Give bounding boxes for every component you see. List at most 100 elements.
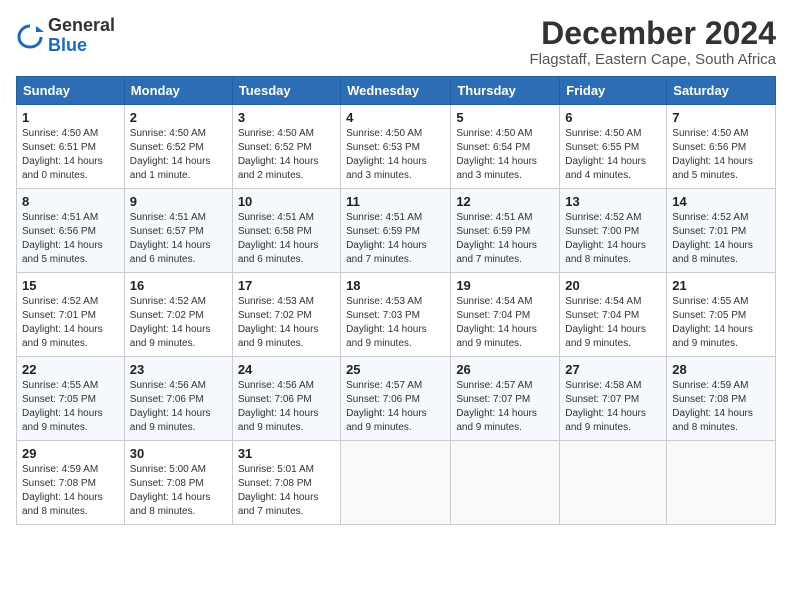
cell-content: Sunrise: 4:54 AMSunset: 7:04 PMDaylight:… bbox=[565, 295, 661, 351]
table-row: 9 Sunrise: 4:51 AMSunset: 6:57 PMDaylight… bbox=[124, 189, 232, 273]
day-number: 24 bbox=[238, 362, 335, 377]
table-row: 12Sunrise: 4:51 AMSunset: 6:59 PMDayligh… bbox=[451, 189, 560, 273]
day-number: 14 bbox=[672, 194, 770, 209]
cell-content: Sunrise: 4:53 AMSunset: 7:03 PMDaylight:… bbox=[346, 295, 445, 351]
header-tuesday: Tuesday bbox=[232, 77, 340, 105]
day-number: 26 bbox=[456, 362, 554, 377]
calendar-week-row: 22Sunrise: 4:55 AMSunset: 7:05 PMDayligh… bbox=[17, 357, 776, 441]
cell-content: Sunrise: 4:56 AMSunset: 7:06 PMDaylight:… bbox=[238, 379, 335, 435]
table-row: 3 Sunrise: 4:50 AMSunset: 6:52 PMDaylight… bbox=[232, 105, 340, 189]
cell-content: Sunrise: 4:51 AMSunset: 6:57 PMDaylight:… bbox=[130, 211, 227, 267]
day-number: 16 bbox=[130, 278, 227, 293]
cell-content: Sunrise: 5:01 AMSunset: 7:08 PMDaylight:… bbox=[238, 463, 335, 519]
day-number: 3 bbox=[238, 110, 335, 125]
table-row: 25Sunrise: 4:57 AMSunset: 7:06 PMDayligh… bbox=[341, 357, 451, 441]
day-number: 10 bbox=[238, 194, 335, 209]
day-number: 1 bbox=[22, 110, 119, 125]
day-number: 2 bbox=[130, 110, 227, 125]
day-number: 27 bbox=[565, 362, 661, 377]
cell-content: Sunrise: 4:56 AMSunset: 7:06 PMDaylight:… bbox=[130, 379, 227, 435]
cell-content: Sunrise: 4:59 AMSunset: 7:08 PMDaylight:… bbox=[22, 463, 119, 519]
cell-content: Sunrise: 4:50 AMSunset: 6:54 PMDaylight:… bbox=[456, 127, 554, 183]
cell-content: Sunrise: 4:58 AMSunset: 7:07 PMDaylight:… bbox=[565, 379, 661, 435]
table-row: 14 Sunrise: 4:52 AMSunset: 7:01 PMDayligh… bbox=[667, 189, 776, 273]
table-row: 31Sunrise: 5:01 AMSunset: 7:08 PMDayligh… bbox=[232, 441, 340, 525]
header-thursday: Thursday bbox=[451, 77, 560, 105]
table-row: 11Sunrise: 4:51 AMSunset: 6:59 PMDayligh… bbox=[341, 189, 451, 273]
cell-content: Sunrise: 4:50 AMSunset: 6:52 PMDaylight:… bbox=[238, 127, 335, 183]
cell-content: Sunrise: 4:52 AMSunset: 7:01 PMDaylight:… bbox=[672, 211, 770, 267]
day-number: 8 bbox=[22, 194, 119, 209]
cell-content: Sunrise: 4:52 AMSunset: 7:00 PMDaylight:… bbox=[565, 211, 661, 267]
cell-content: Sunrise: 4:50 AMSunset: 6:53 PMDaylight:… bbox=[346, 127, 445, 183]
header-friday: Friday bbox=[560, 77, 667, 105]
table-row: 7Sunrise: 4:50 AMSunset: 6:56 PMDaylight… bbox=[667, 105, 776, 189]
header-sunday: Sunday bbox=[17, 77, 125, 105]
calendar-table: Sunday Monday Tuesday Wednesday Thursday… bbox=[16, 76, 776, 525]
day-number: 17 bbox=[238, 278, 335, 293]
table-row: 16 Sunrise: 4:52 AMSunset: 7:02 PMDayligh… bbox=[124, 273, 232, 357]
table-row: 24 Sunrise: 4:56 AMSunset: 7:06 PMDayligh… bbox=[232, 357, 340, 441]
day-number: 19 bbox=[456, 278, 554, 293]
cell-content: Sunrise: 4:50 AMSunset: 6:55 PMDaylight:… bbox=[565, 127, 661, 183]
header-monday: Monday bbox=[124, 77, 232, 105]
cell-content: Sunrise: 4:51 AMSunset: 6:56 PMDaylight:… bbox=[22, 211, 119, 267]
table-row: 18Sunrise: 4:53 AMSunset: 7:03 PMDayligh… bbox=[341, 273, 451, 357]
table-row: 1 Sunrise: 4:50 AMSunset: 6:51 PMDaylight… bbox=[17, 105, 125, 189]
table-row: 22Sunrise: 4:55 AMSunset: 7:05 PMDayligh… bbox=[17, 357, 125, 441]
calendar-week-row: 29 Sunrise: 4:59 AMSunset: 7:08 PMDayligh… bbox=[17, 441, 776, 525]
table-row: 8 Sunrise: 4:51 AMSunset: 6:56 PMDaylight… bbox=[17, 189, 125, 273]
cell-content: Sunrise: 4:59 AMSunset: 7:08 PMDaylight:… bbox=[672, 379, 770, 435]
calendar-week-row: 1 Sunrise: 4:50 AMSunset: 6:51 PMDaylight… bbox=[17, 105, 776, 189]
page-header: General Blue December 2024 Flagstaff, Ea… bbox=[16, 16, 776, 68]
table-row: 20 Sunrise: 4:54 AMSunset: 7:04 PMDayligh… bbox=[560, 273, 667, 357]
header-saturday: Saturday bbox=[667, 77, 776, 105]
day-number: 30 bbox=[130, 446, 227, 461]
logo: General Blue bbox=[16, 16, 115, 56]
table-row bbox=[560, 441, 667, 525]
day-number: 6 bbox=[565, 110, 661, 125]
header-wednesday: Wednesday bbox=[341, 77, 451, 105]
day-number: 15 bbox=[22, 278, 119, 293]
table-row: 30Sunrise: 5:00 AMSunset: 7:08 PMDayligh… bbox=[124, 441, 232, 525]
day-number: 25 bbox=[346, 362, 445, 377]
table-row: 4Sunrise: 4:50 AMSunset: 6:53 PMDaylight… bbox=[341, 105, 451, 189]
table-row: 27 Sunrise: 4:58 AMSunset: 7:07 PMDayligh… bbox=[560, 357, 667, 441]
day-number: 29 bbox=[22, 446, 119, 461]
day-number: 28 bbox=[672, 362, 770, 377]
main-title: December 2024 bbox=[529, 16, 776, 51]
table-row: 13 Sunrise: 4:52 AMSunset: 7:00 PMDayligh… bbox=[560, 189, 667, 273]
day-number: 20 bbox=[565, 278, 661, 293]
cell-content: Sunrise: 4:52 AMSunset: 7:02 PMDaylight:… bbox=[130, 295, 227, 351]
calendar-week-row: 8 Sunrise: 4:51 AMSunset: 6:56 PMDaylight… bbox=[17, 189, 776, 273]
day-number: 13 bbox=[565, 194, 661, 209]
logo-text: General Blue bbox=[48, 16, 115, 56]
day-number: 5 bbox=[456, 110, 554, 125]
table-row: 21 Sunrise: 4:55 AMSunset: 7:05 PMDayligh… bbox=[667, 273, 776, 357]
day-number: 23 bbox=[130, 362, 227, 377]
cell-content: Sunrise: 4:52 AMSunset: 7:01 PMDaylight:… bbox=[22, 295, 119, 351]
day-number: 9 bbox=[130, 194, 227, 209]
cell-content: Sunrise: 4:55 AMSunset: 7:05 PMDaylight:… bbox=[672, 295, 770, 351]
cell-content: Sunrise: 4:51 AMSunset: 6:58 PMDaylight:… bbox=[238, 211, 335, 267]
table-row: 2 Sunrise: 4:50 AMSunset: 6:52 PMDaylight… bbox=[124, 105, 232, 189]
table-row: 6 Sunrise: 4:50 AMSunset: 6:55 PMDaylight… bbox=[560, 105, 667, 189]
day-number: 12 bbox=[456, 194, 554, 209]
cell-content: Sunrise: 4:57 AMSunset: 7:07 PMDaylight:… bbox=[456, 379, 554, 435]
cell-content: Sunrise: 4:53 AMSunset: 7:02 PMDaylight:… bbox=[238, 295, 335, 351]
day-number: 11 bbox=[346, 194, 445, 209]
cell-content: Sunrise: 4:50 AMSunset: 6:51 PMDaylight:… bbox=[22, 127, 119, 183]
table-row: 23 Sunrise: 4:56 AMSunset: 7:06 PMDayligh… bbox=[124, 357, 232, 441]
cell-content: Sunrise: 4:55 AMSunset: 7:05 PMDaylight:… bbox=[22, 379, 119, 435]
day-number: 21 bbox=[672, 278, 770, 293]
logo-icon bbox=[16, 22, 44, 50]
table-row bbox=[341, 441, 451, 525]
title-block: December 2024 Flagstaff, Eastern Cape, S… bbox=[529, 16, 776, 68]
table-row: 29 Sunrise: 4:59 AMSunset: 7:08 PMDayligh… bbox=[17, 441, 125, 525]
table-row: 10 Sunrise: 4:51 AMSunset: 6:58 PMDayligh… bbox=[232, 189, 340, 273]
cell-content: Sunrise: 4:50 AMSunset: 6:52 PMDaylight:… bbox=[130, 127, 227, 183]
calendar-week-row: 15 Sunrise: 4:52 AMSunset: 7:01 PMDayligh… bbox=[17, 273, 776, 357]
day-number: 7 bbox=[672, 110, 770, 125]
calendar-header-row: Sunday Monday Tuesday Wednesday Thursday… bbox=[17, 77, 776, 105]
table-row: 26 Sunrise: 4:57 AMSunset: 7:07 PMDayligh… bbox=[451, 357, 560, 441]
